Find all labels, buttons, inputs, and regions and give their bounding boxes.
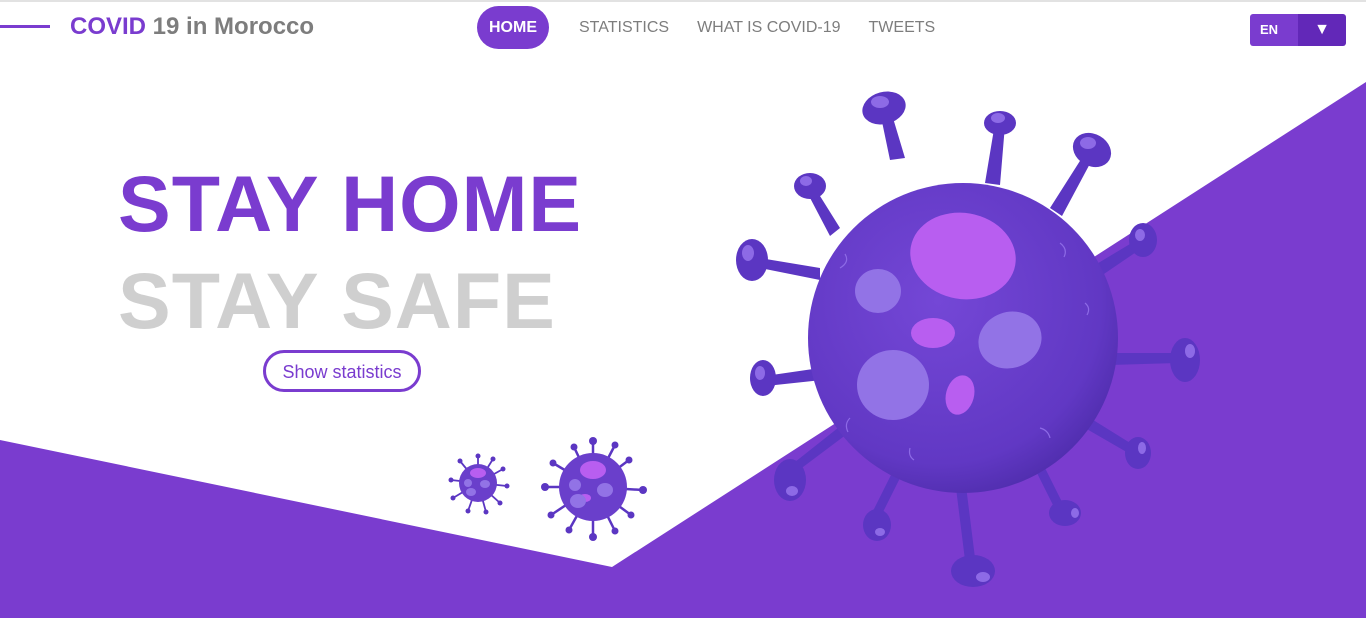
main-nav: HOME STATISTICS WHAT IS COVID-19 TWEETS <box>477 6 949 49</box>
show-statistics-button[interactable]: Show statistics <box>263 350 421 392</box>
language-selected-value: EN <box>1250 14 1298 46</box>
site-title-rest: 19 in Morocco <box>146 13 315 40</box>
nav-tweets[interactable]: TWEETS <box>855 18 950 38</box>
virus-illustration-medium <box>541 437 647 541</box>
brand-accent-line <box>0 25 50 28</box>
headline-stay-safe: STAY SAFE <box>118 256 556 345</box>
chevron-down-icon[interactable]: ▼ <box>1298 14 1346 46</box>
language-select[interactable]: EN ▼ <box>1250 14 1346 46</box>
virus-illustration-large <box>736 91 1200 587</box>
nav-what-is-covid[interactable]: WHAT IS COVID-19 <box>683 18 854 38</box>
site-title-covid: COVID <box>70 13 147 40</box>
virus-illustration-small <box>448 453 510 515</box>
nav-home[interactable]: HOME <box>477 6 549 49</box>
headline-stay-home: STAY HOME <box>118 159 583 248</box>
nav-statistics[interactable]: STATISTICS <box>565 18 683 38</box>
site-title[interactable]: COVID 19 in Morocco <box>70 12 314 42</box>
